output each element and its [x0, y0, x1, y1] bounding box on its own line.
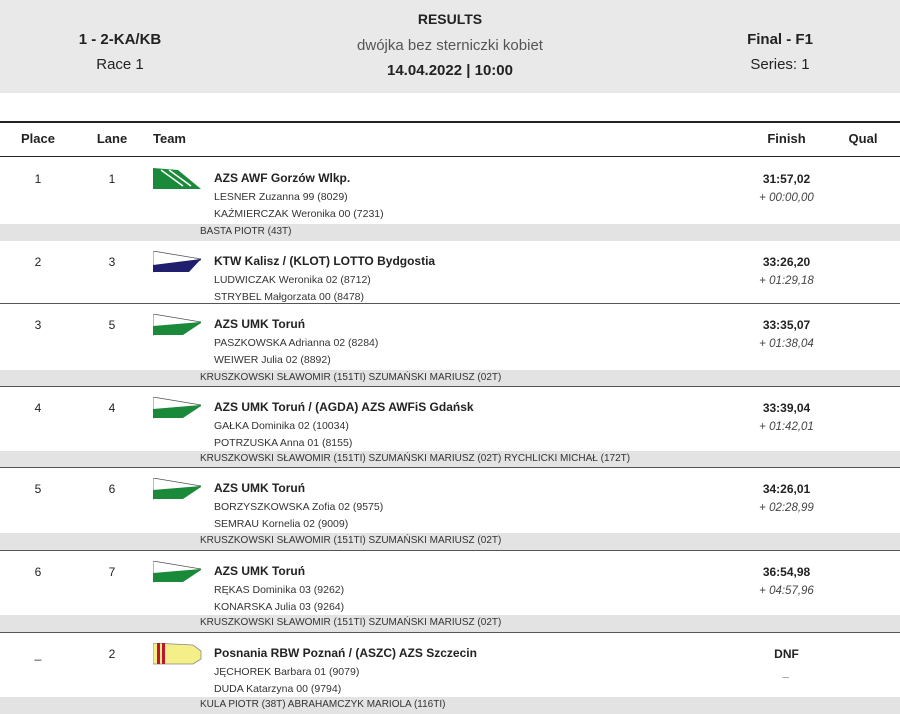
team-name: AZS UMK Toruń	[214, 564, 306, 578]
row-separator	[0, 303, 900, 304]
place-cell: 5	[34, 482, 42, 496]
coach-names: KRUSZKOWSKI SŁAWOMIR (151TI) SZUMAŃSKI M…	[200, 453, 631, 464]
row-separator	[0, 467, 900, 468]
finish-time: DNF	[774, 647, 799, 661]
azs-umk-blade-icon	[152, 560, 203, 583]
finish-time: 33:39,04	[762, 401, 811, 415]
event-code: 1 - 2-KA/KB	[78, 31, 162, 48]
place-cell: 3	[34, 318, 42, 332]
lane-cell: 6	[108, 482, 116, 496]
coach-names: KRUSZKOWSKI SŁAWOMIR (151TI) SZUMAŃSKI M…	[200, 372, 502, 383]
team-name: AZS UMK Toruń	[214, 317, 306, 331]
lane-cell: 3	[108, 255, 116, 269]
coach-bar: BASTA PIOTR (43T)	[0, 224, 900, 241]
crew-member: SEMRAU Kornelia 02 (9009)	[214, 518, 349, 530]
team-name: KTW Kalisz / (KLOT) LOTTO Bydgostia	[214, 254, 436, 268]
table-top-border	[0, 121, 900, 123]
crew-member: LESNER Zuzanna 99 (8029)	[214, 191, 348, 203]
lane-cell: 7	[108, 565, 116, 579]
lane-cell: 5	[108, 318, 116, 332]
crew-member: DUDA Katarzyna 00 (9794)	[214, 683, 342, 695]
coach-names: BASTA PIOTR (43T)	[200, 226, 292, 237]
team-name: AZS AWF Gorzów Wlkp.	[214, 171, 351, 185]
crew-member: JĘCHOREK Barbara 01 (9079)	[214, 666, 360, 678]
table-header-border	[0, 156, 900, 157]
crew-member: LUDWICZAK Weronika 02 (8712)	[214, 274, 371, 286]
row-separator	[0, 632, 900, 633]
place-cell: 1	[34, 172, 42, 186]
time-difference: + 01:29,18	[759, 275, 814, 287]
azs-awf-blade-icon	[153, 168, 203, 190]
crew-member: KAŹMIERCZAK Weronika 00 (7231)	[214, 208, 384, 220]
place-cell: 2	[34, 255, 42, 269]
coach-bar: KRUSZKOWSKI SŁAWOMIR (151TI) SZUMAŃSKI M…	[0, 451, 900, 468]
coach-names: KRUSZKOWSKI SŁAWOMIR (151TI) SZUMAŃSKI M…	[200, 617, 502, 628]
coach-bar: KULA PIOTR (38T) ABRAHAMCZYK MARIOLA (11…	[0, 697, 900, 714]
coach-bar: KRUSZKOWSKI SŁAWOMIR (151TI) SZUMAŃSKI M…	[0, 370, 900, 387]
team-name: AZS UMK Toruń / (AGDA) AZS AWFiS Gdańsk	[214, 400, 474, 414]
finish-time: 31:57,02	[762, 172, 811, 186]
time-difference: + 04:57,96	[759, 585, 814, 597]
coach-bar: KRUSZKOWSKI SŁAWOMIR (151TI) SZUMAŃSKI M…	[0, 615, 900, 632]
ktw-blade-icon	[152, 250, 203, 273]
final-label: Final - F1	[747, 31, 813, 48]
column-header-team: Team	[153, 131, 186, 146]
event-description: dwójka bez sterniczki kobiet	[357, 37, 543, 54]
azs-umk-blade-icon	[152, 396, 203, 419]
row-separator	[0, 386, 900, 387]
crew-member: STRYBEL Małgorzata 00 (8478)	[214, 291, 364, 303]
place-cell: 6	[34, 565, 42, 579]
series-label: Series: 1	[750, 56, 810, 73]
finish-time: 36:54,98	[762, 565, 811, 579]
time-difference: + 01:42,01	[759, 421, 814, 433]
finish-time: 33:26,20	[762, 255, 811, 269]
crew-member: GAŁKA Dominika 02 (10034)	[214, 420, 349, 432]
column-header-lane: Lane	[96, 131, 128, 146]
time-difference: + 00:00,00	[759, 192, 814, 204]
column-header-qual: Qual	[848, 131, 878, 146]
column-header-place: Place	[21, 131, 55, 146]
crew-member: WEIWER Julia 02 (8892)	[214, 354, 331, 366]
lane-cell: 2	[108, 647, 116, 661]
event-datetime: 14.04.2022 | 10:00	[387, 62, 513, 79]
crew-member: KONARSKA Julia 03 (9264)	[214, 601, 345, 613]
place-cell: 4	[34, 401, 42, 415]
finish-time: 33:35,07	[762, 318, 811, 332]
lane-cell: 1	[108, 172, 116, 186]
azs-umk-blade-icon	[152, 477, 203, 500]
lane-cell: 4	[108, 401, 116, 415]
crew-member: POTRZUSKA Anna 01 (8155)	[214, 437, 353, 449]
coach-names: KULA PIOTR (38T) ABRAHAMCZYK MARIOLA (11…	[200, 699, 446, 710]
azs-umk-blade-icon	[152, 313, 203, 336]
crew-member: BORZYSZKOWSKA Zofia 02 (9575)	[214, 501, 384, 513]
place-cell: _	[34, 647, 42, 661]
coach-bar: KRUSZKOWSKI SŁAWOMIR (151TI) SZUMAŃSKI M…	[0, 533, 900, 550]
race-label: Race 1	[96, 56, 144, 73]
crew-member: RĘKAS Dominika 03 (9262)	[214, 584, 345, 596]
row-separator	[0, 550, 900, 551]
crew-member: PASZKOWSKA Adrianna 02 (8284)	[214, 337, 379, 349]
time-difference: + 02:28,99	[759, 502, 814, 514]
team-name: Posnania RBW Poznań / (ASZC) AZS Szczeci…	[214, 646, 477, 660]
posnania-blade-icon	[152, 642, 203, 665]
results-header: 1 - 2-KA/KB Race 1 RESULTS dwójka bez st…	[0, 0, 900, 93]
coach-names: KRUSZKOWSKI SŁAWOMIR (151TI) SZUMAŃSKI M…	[200, 535, 502, 546]
results-title: RESULTS	[417, 11, 483, 27]
team-name: AZS UMK Toruń	[214, 481, 306, 495]
time-difference: + 01:38,04	[759, 338, 814, 350]
finish-time: 34:26,01	[762, 482, 811, 496]
time-difference: _	[783, 667, 790, 679]
